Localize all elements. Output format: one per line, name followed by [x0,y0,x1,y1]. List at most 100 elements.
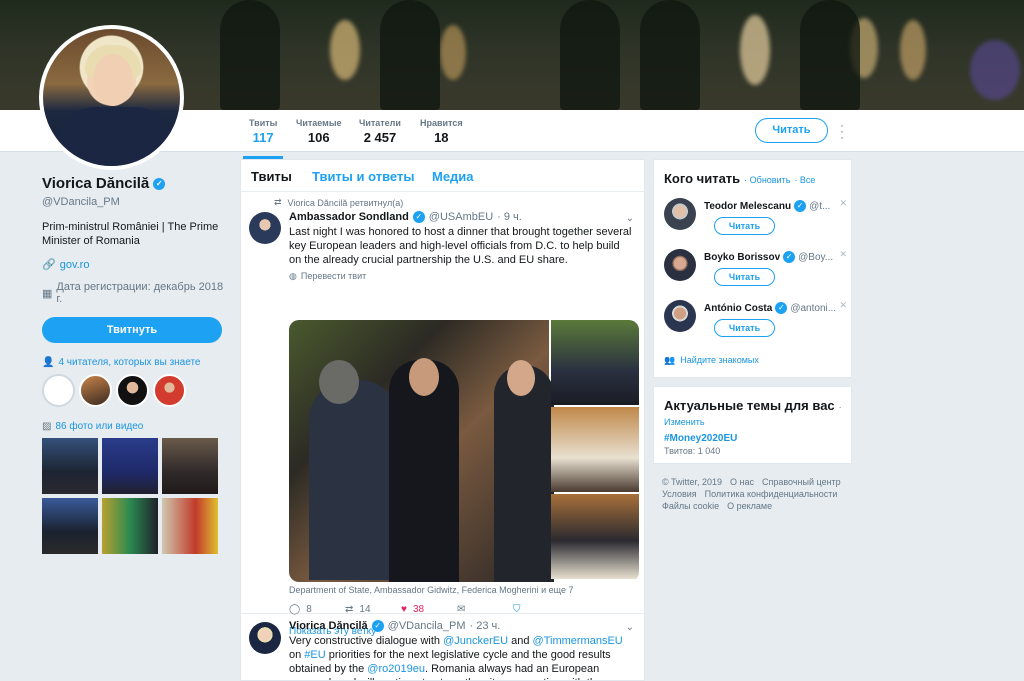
photo-thumbnail[interactable] [42,438,98,494]
photo-thumbnail[interactable] [102,498,158,554]
account-avatar[interactable] [664,198,696,230]
globe-icon: ◍ [289,271,297,281]
profile-joined: ▦ Дата регистрации: декабрь 2018 г. [42,281,224,305]
followers-you-know-avatars [42,374,227,407]
trend-item[interactable]: #Money2020EU [664,433,737,444]
verified-icon: ✓ [783,251,796,263]
footer-link-privacy[interactable]: Политика конфиденциальности [705,489,838,499]
trends-header: Актуальные темы для вас · [664,398,842,413]
photo-thumbnail[interactable] [162,498,218,554]
retweet-context: ⇄ Viorica Dăncilă ретвитнул(а) [274,197,404,208]
people-icon: 👥 [664,355,676,365]
profile-handle: @VDancila_PM [42,196,120,208]
more-options-icon[interactable]: · · · [838,119,846,143]
tab-media[interactable]: Медиа [432,169,474,184]
trends-panel: Актуальные темы для вас · Изменить #Mone… [653,386,852,464]
tweet-header: Ambassador Sondland ✓ @USAmbEU · 9 ч. [289,211,522,223]
tab-tweets[interactable]: Твиты [251,169,292,184]
refresh-link[interactable]: · Обновить [744,175,790,185]
follow-button[interactable]: Читать [714,319,775,337]
account-name[interactable]: Boyko Borissov [704,252,780,263]
tweet-author-handle[interactable]: @USAmbEU [429,211,493,223]
dismiss-icon[interactable]: ✕ [839,249,847,260]
profile-card: Viorica Dăncilă ✓ @VDancila_PM Prim-mini… [42,175,227,554]
tweet-author-name[interactable]: Ambassador Sondland [289,211,409,223]
tweet[interactable]: ⇄ Viorica Dăncilă ретвитнул(а) Ambassado… [241,192,644,637]
followers-you-know-link[interactable]: 👤 4 читателя, которых вы знаете [42,357,227,368]
follower-avatar[interactable] [153,374,186,407]
tweet-author-avatar[interactable] [249,212,281,244]
verified-icon: ✓ [794,200,807,212]
tweet-photo-thumb[interactable] [551,320,639,405]
tweet-photo-thumb[interactable] [551,407,639,492]
photos-videos-link[interactable]: ▨ 86 фото или видео [42,421,227,432]
footer-link-terms[interactable]: Условия [662,489,697,499]
dismiss-icon[interactable]: ✕ [839,198,847,209]
profile-avatar[interactable] [39,25,184,170]
trend-count: Твитов: 1 040 [664,446,721,456]
footer-link-about[interactable]: О нас [730,477,754,487]
tweet-text: Last night I was honored to host a dinne… [289,226,632,266]
tweet-media[interactable] [289,320,639,582]
account-handle: @t... [809,200,831,212]
tweet-photo-main[interactable] [289,320,554,582]
mention-link[interactable]: @ro2019eu [367,663,425,675]
tweet-text: Very constructive dialogue with @Juncker… [289,635,623,680]
photo-thumbnail[interactable] [102,438,158,494]
follow-button[interactable]: Читать [714,217,775,235]
translate-tweet[interactable]: ◍ Перевести твит [289,271,366,282]
follow-button[interactable]: Читать [714,268,775,286]
tweet-to-button[interactable]: Твитнуть [42,317,222,343]
account-name[interactable]: Teodor Melescanu [704,201,791,212]
tweet-author-avatar[interactable] [249,622,281,654]
photo-tags[interactable]: Department of State, Ambassador Gidwitz,… [289,585,573,595]
tweet-time[interactable]: · 23 ч. [469,620,500,632]
mention-link[interactable]: @TimmermansEU [533,635,623,647]
footer-link-ads[interactable]: О рекламе [727,501,772,511]
calendar-icon: ▦ [42,287,53,300]
account-handle: @antoni... [790,302,837,314]
website-link[interactable]: gov.ro [60,259,90,271]
profile-name[interactable]: Viorica Dăncilă ✓ [42,175,227,192]
account-avatar[interactable] [664,300,696,332]
tweet-time[interactable]: · 9 ч. [497,211,522,223]
tweet[interactable]: Viorica Dăncilă ✓ @VDancila_PM · 23 ч. ⌄… [241,614,644,680]
stat-tweets[interactable]: Твиты 117 [242,118,284,159]
account-handle: @Boy... [798,251,834,263]
image-icon: ▨ [42,421,52,432]
stat-likes[interactable]: Нравится 18 [420,118,463,145]
photo-thumbnail[interactable] [162,438,218,494]
find-friends-link[interactable]: 👥 Найдите знакомых [664,355,759,366]
change-trends-link[interactable]: Изменить [664,417,705,427]
hashtag-link[interactable]: #EU [304,649,325,661]
footer-link-help[interactable]: Справочный центр [762,477,841,487]
profile-bio: Prim-ministrul României | The Prime Mini… [42,221,219,247]
photo-grid [42,438,227,554]
verified-icon: ✓ [371,620,384,632]
verified-icon: ✓ [775,302,788,314]
photo-thumbnail[interactable] [42,498,98,554]
mention-link[interactable]: @JunckerEU [443,635,508,647]
verified-icon: ✓ [412,211,425,223]
tab-tweets-replies[interactable]: Твиты и ответы [312,169,414,184]
suggested-account: Boyko Borissov ✓ @Boy... ✕ Читать [664,249,849,295]
dismiss-icon[interactable]: ✕ [839,300,847,311]
follower-avatar[interactable] [116,374,149,407]
view-all-link[interactable]: · Все [794,175,815,185]
stat-followers[interactable]: Читатели 2 457 [359,118,401,145]
follower-avatar[interactable] [79,374,112,407]
footer-link-cookies[interactable]: Файлы cookie [662,501,719,511]
chevron-down-icon[interactable]: ⌄ [626,622,634,633]
tweet-author-handle[interactable]: @VDancila_PM [388,620,466,632]
follower-avatar[interactable] [42,374,75,407]
who-to-follow: Кого читать · Обновить · Все Teodor Mele… [653,159,852,378]
timeline: Твиты Твиты и ответы Медиа ⇄ Viorica Dăn… [240,159,645,681]
stat-following[interactable]: Читаемые 106 [296,118,342,145]
tweet-photo-thumb[interactable] [551,494,639,579]
people-icon: 👤 [42,357,55,368]
follow-button[interactable]: Читать [755,118,828,143]
account-name[interactable]: António Costa [704,303,772,314]
account-avatar[interactable] [664,249,696,281]
chevron-down-icon[interactable]: ⌄ [626,213,634,224]
tweet-author-name[interactable]: Viorica Dăncilă [289,620,368,632]
